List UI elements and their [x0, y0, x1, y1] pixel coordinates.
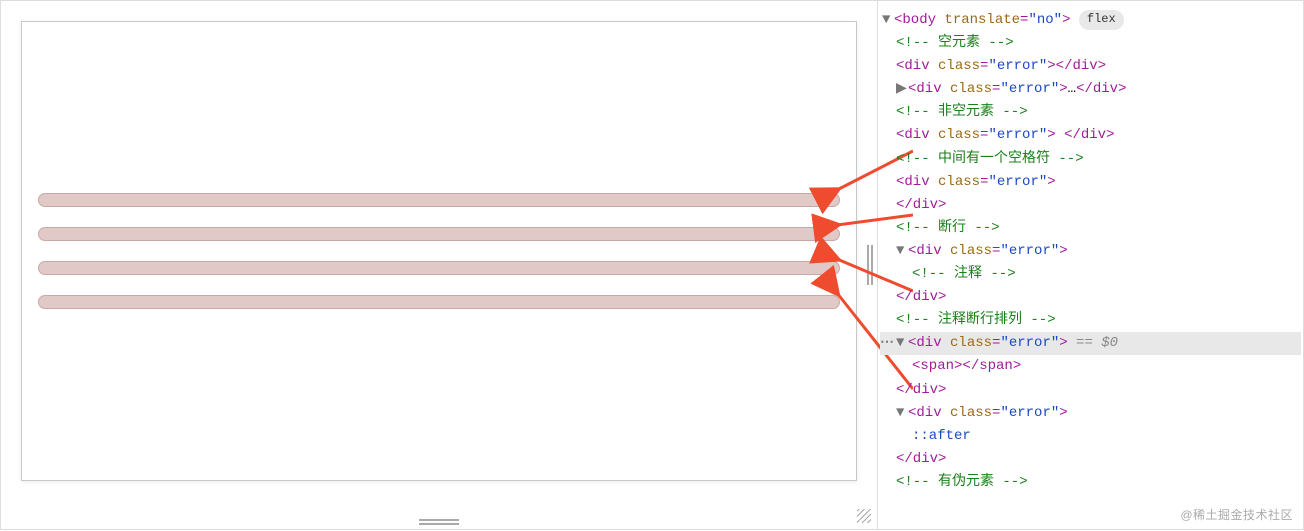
dom-node-div[interactable]: <div class="error">	[882, 171, 1301, 194]
dom-comment[interactable]: <!-- 空元素 -->	[882, 32, 1301, 55]
resize-handle-corner[interactable]	[857, 509, 871, 523]
dom-comment[interactable]: <!-- 注释断行排列 -->	[882, 309, 1301, 332]
dom-node-close[interactable]: </div>	[882, 286, 1301, 309]
dom-node-div[interactable]: <div class="error"></div>	[882, 55, 1301, 78]
dom-comment[interactable]: <!-- 非空元素 -->	[882, 101, 1301, 124]
dom-node-close[interactable]: </div>	[882, 448, 1301, 471]
error-bar-1	[38, 193, 840, 207]
preview-pane	[1, 1, 877, 529]
dom-node-close[interactable]: </div>	[882, 379, 1301, 402]
dom-pseudo[interactable]: ::after	[882, 425, 1301, 448]
flex-badge[interactable]: flex	[1079, 10, 1124, 30]
dom-comment[interactable]: <!-- 断行 -->	[882, 217, 1301, 240]
dom-comment[interactable]: <!-- 有伪元素 -->	[882, 471, 1301, 494]
devtools-elements-panel[interactable]: ▼<body translate="no"> flex <!-- 空元素 -->…	[877, 1, 1303, 529]
dom-node-span[interactable]: <span></span>	[882, 355, 1301, 378]
toggle-icon[interactable]: ▼	[896, 402, 908, 425]
resize-handle-right[interactable]	[867, 245, 873, 285]
dom-comment[interactable]: <!-- 中间有一个空格符 -->	[882, 148, 1301, 171]
error-bar-2	[38, 227, 840, 241]
dom-node-div[interactable]: <div class="error"> </div>	[882, 124, 1301, 147]
error-bar-4	[38, 295, 840, 309]
dom-node-div-selected[interactable]: ▼<div class="error"> == $0	[882, 332, 1301, 355]
dom-node-div[interactable]: ▶<div class="error">…</div>	[882, 78, 1301, 101]
toggle-icon[interactable]: ▼	[882, 9, 894, 32]
dom-comment[interactable]: <!-- 注释 -->	[882, 263, 1301, 286]
toggle-icon[interactable]: ▼	[896, 240, 908, 263]
resize-handle-bottom[interactable]	[419, 519, 459, 525]
dom-node-div[interactable]: ▼<div class="error">	[882, 240, 1301, 263]
error-bar-3	[38, 261, 840, 275]
dom-node-close[interactable]: </div>	[882, 194, 1301, 217]
watermark: @稀土掘金技术社区	[1180, 506, 1293, 523]
toggle-icon[interactable]: ▼	[896, 332, 908, 355]
dom-node-body[interactable]: ▼<body translate="no"> flex	[882, 9, 1301, 32]
preview-content	[21, 21, 857, 481]
dom-node-div[interactable]: ▼<div class="error">	[882, 402, 1301, 425]
toggle-icon[interactable]: ▶	[896, 78, 908, 101]
